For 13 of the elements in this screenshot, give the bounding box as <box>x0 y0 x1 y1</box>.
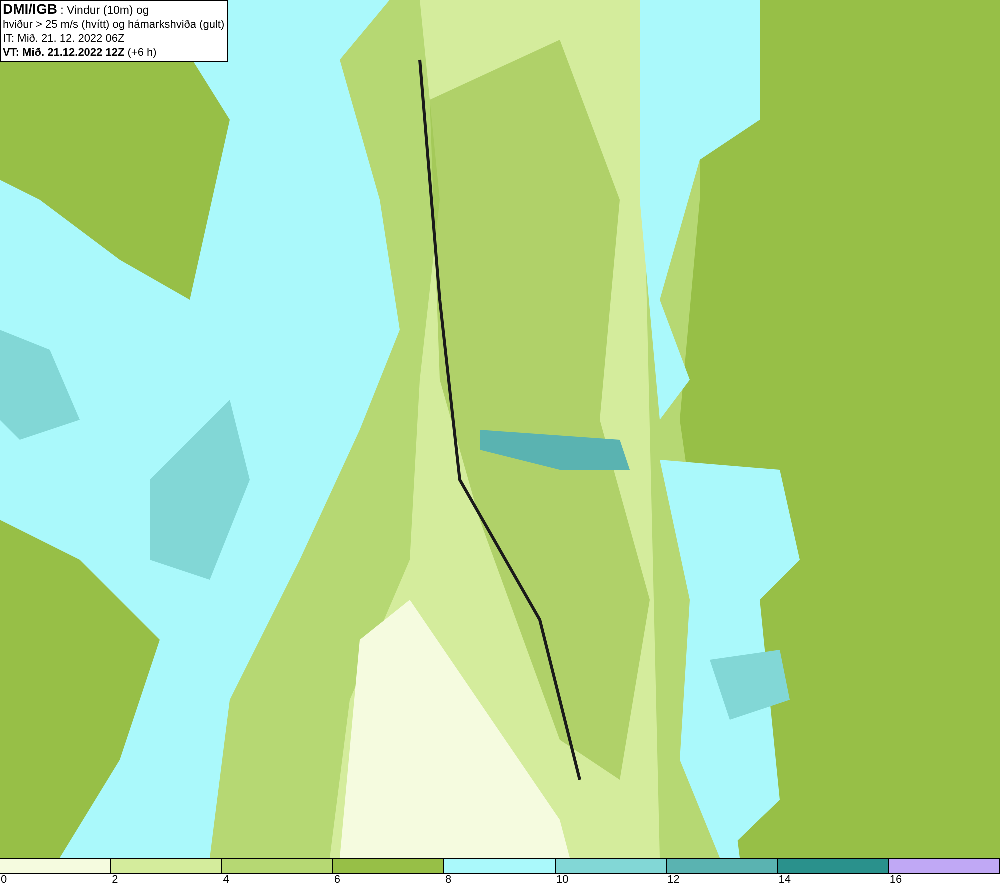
info-text: hviður > 25 m/s (hvítt) og hámarkshviða (gult) <box>3 18 225 32</box>
legend-tick-label: 14 <box>778 874 792 887</box>
legend-tick-label: 16 <box>890 874 902 887</box>
legend-tick-label: 4 <box>223 874 230 887</box>
map-title: DMI/IGB : Vindur (10m) og <box>3 2 150 18</box>
legend-tick-label: 6 <box>334 874 340 887</box>
legend-tick-label: 0 <box>1 874 8 887</box>
legend-tick-label: 2 <box>112 874 118 887</box>
legend-tick-label: 8 <box>445 874 452 887</box>
info-text: VT: Mið. 21.12.2022 12Z (+6 h) <box>3 46 158 60</box>
info-text: IT: Mið. 21. 12. 2022 06Z <box>3 32 126 46</box>
legend-tick-label: 10 <box>556 874 569 887</box>
legend-tick-label: 12 <box>668 874 680 887</box>
